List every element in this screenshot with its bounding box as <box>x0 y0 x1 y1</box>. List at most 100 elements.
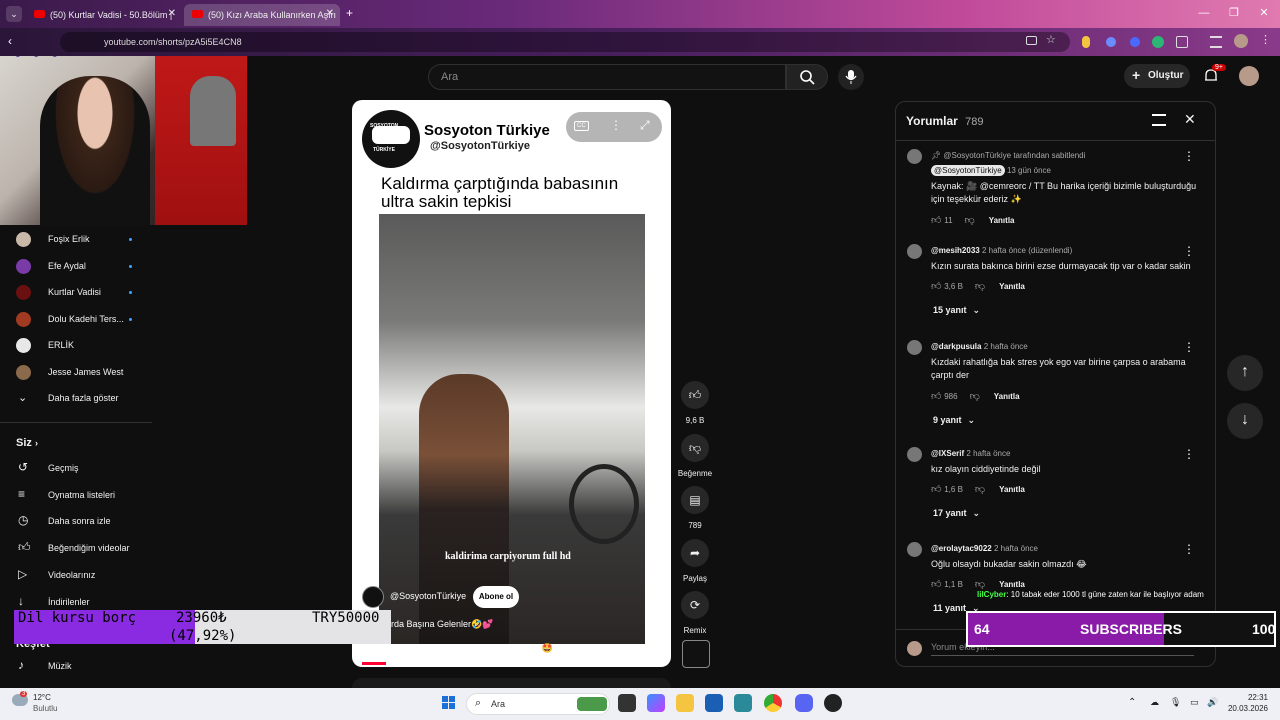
reply-button[interactable]: Yanıtla <box>989 216 1015 225</box>
more-options-icon[interactable]: ⋮ <box>610 118 622 132</box>
more-options-icon[interactable]: ⋮ <box>1183 340 1195 354</box>
mic-icon[interactable]: 🎙 <box>1170 697 1181 708</box>
tray-cloud-icon[interactable]: ☁ <box>1150 697 1159 708</box>
clock-time[interactable]: 22:31 <box>1228 693 1268 702</box>
sidebar-you-header[interactable]: Siz › <box>16 437 38 449</box>
search-button[interactable] <box>786 64 828 90</box>
menu-kebab-icon[interactable]: ⋮ <box>1260 33 1271 46</box>
comment-author[interactable]: @mesih2033 <box>931 246 980 255</box>
url-field[interactable]: youtube.com/shorts/pzA5i5E4CN8 <box>60 32 1070 52</box>
sidebar-item-subscription[interactable]: ERLİK <box>16 335 146 357</box>
share-button[interactable]: ➦ <box>681 538 709 567</box>
store-icon[interactable] <box>705 694 723 712</box>
view-replies-button[interactable]: 15 yanıt ⌄ <box>933 305 980 316</box>
sort-icon[interactable] <box>1152 114 1166 126</box>
reading-list-icon[interactable] <box>1210 36 1222 48</box>
extension-icon[interactable] <box>1106 37 1116 47</box>
commenter-avatar[interactable] <box>907 244 922 259</box>
discord-icon[interactable] <box>795 694 813 712</box>
extension-icon[interactable] <box>1130 37 1140 47</box>
reply-button[interactable]: Yanıtla <box>999 485 1025 494</box>
obs-icon[interactable] <box>824 694 842 712</box>
voice-search-button[interactable] <box>838 64 864 90</box>
close-icon[interactable]: ✕ <box>168 8 176 19</box>
sidebar-item-subscription[interactable]: Foşix Erlik <box>16 229 146 251</box>
like-icon[interactable]: 👍︎ <box>931 391 944 402</box>
notifications-button[interactable]: 9+ <box>1204 64 1226 84</box>
dislike-button[interactable]: 👎︎ <box>681 433 709 462</box>
like-icon[interactable]: 👍︎ <box>931 579 944 590</box>
like-icon[interactable]: 👍︎ <box>931 484 944 495</box>
comment-button[interactable]: ▤ <box>681 486 709 514</box>
file-explorer-icon[interactable] <box>676 694 694 712</box>
dislike-icon[interactable]: 👎︎ <box>975 484 985 495</box>
sidebar-item-subscription[interactable]: Kurtlar Vadisi <box>16 282 146 304</box>
fullscreen-icon[interactable]: ⤢ <box>640 118 650 133</box>
close-window-icon[interactable]: ✕ <box>1246 0 1280 28</box>
sidebar-item-subscription[interactable]: Efe Aydal <box>16 256 146 278</box>
captions-button[interactable]: CC <box>574 121 589 131</box>
progress-bar[interactable] <box>362 662 386 665</box>
more-options-icon[interactable]: ⋮ <box>1183 542 1195 556</box>
author-badge[interactable]: @SosyotonTürkiye <box>931 165 1005 176</box>
sidebar-show-more[interactable]: ⌄ Daha fazla göster <box>16 388 146 410</box>
windows-start-icon[interactable] <box>442 696 456 710</box>
like-icon[interactable]: 👍︎ <box>931 281 944 292</box>
profile-avatar[interactable] <box>1234 34 1248 48</box>
dislike-icon[interactable]: 👎︎ <box>975 579 985 590</box>
extension-icon[interactable] <box>1082 36 1090 48</box>
reply-button[interactable]: Yanıtla <box>999 580 1025 589</box>
dislike-icon[interactable]: 👎︎ <box>965 215 975 226</box>
channel-sound-thumbnail[interactable] <box>682 640 710 668</box>
extensions-puzzle-icon[interactable] <box>1176 36 1188 48</box>
remix-button[interactable]: ⟳ <box>681 591 709 619</box>
taskbar-search[interactable]: ⌕ Ara <box>466 693 610 715</box>
tab-kurtlar-vadisi[interactable]: (50) Kurtlar Vadisi - 50.Bölüm | ✕ <box>26 4 182 26</box>
overlay-channel-handle[interactable]: @SosyotonTürkiye <box>390 591 466 601</box>
sidebar-item-video[interactable]: ▷ Videolarınız <box>16 565 146 587</box>
more-options-icon[interactable]: ⋮ <box>1183 149 1195 163</box>
commenter-avatar[interactable] <box>907 542 922 557</box>
video-frame[interactable] <box>379 214 645 644</box>
commenter-avatar[interactable] <box>907 447 922 462</box>
task-view-icon[interactable] <box>618 694 636 712</box>
sidebar-item-watch-later[interactable]: ◷ Daha sonra izle <box>16 511 146 533</box>
sidebar-item-subscription[interactable]: Jesse James West <box>16 362 146 384</box>
sidebar-item-history[interactable]: ↺ Geçmiş <box>16 458 146 480</box>
view-replies-button[interactable]: 9 yanıt ⌄ <box>933 415 975 426</box>
network-icon[interactable]: ▭ <box>1190 697 1199 708</box>
chrome-icon[interactable] <box>764 694 782 712</box>
close-icon[interactable]: ✕ <box>326 8 334 19</box>
next-short-button[interactable]: ↓ <box>1227 403 1263 439</box>
tab-active-short[interactable]: (50) Kızı Araba Kullanırken Aşırı ✕ <box>184 4 340 26</box>
photos-icon[interactable] <box>734 694 752 712</box>
comment-author[interactable]: @IXSerif <box>931 449 964 458</box>
more-options-icon[interactable]: ⋮ <box>1183 447 1195 461</box>
new-tab-button[interactable]: + <box>346 6 353 20</box>
bookmark-star-icon[interactable]: ☆ <box>1046 33 1056 46</box>
volume-icon[interactable]: 🔊 <box>1207 697 1218 708</box>
tray-chevron-icon[interactable]: ⌃ <box>1128 697 1136 708</box>
commenter-avatar[interactable] <box>907 149 922 164</box>
tab-search-button[interactable]: ⌄ <box>6 6 22 22</box>
back-icon[interactable]: ‹ <box>8 34 12 48</box>
close-icon[interactable]: ✕ <box>1184 111 1196 128</box>
search-input[interactable]: Ara <box>428 64 786 90</box>
sidebar-item-thumbs-up[interactable]: 👍︎ Beğendiğim videolar <box>16 538 146 560</box>
copilot-icon[interactable] <box>647 694 665 712</box>
reply-button[interactable]: Yanıtla <box>994 392 1020 401</box>
comment-author[interactable]: @erolaytac9022 <box>931 544 992 553</box>
account-avatar[interactable] <box>1239 66 1259 86</box>
shorts-player[interactable]: SOSYOTON TÜRKİYE Sosyoton Türkiye @Sosyo… <box>352 100 671 667</box>
sidebar-item-playlist[interactable]: ≡ Oynatma listeleri <box>16 485 146 507</box>
dislike-icon[interactable]: 👎︎ <box>970 391 980 402</box>
clock-date[interactable]: 20.03.2026 <box>1222 704 1268 713</box>
sidebar-item-subscription[interactable]: Dolu Kadehi Ters... <box>16 309 146 331</box>
sidebar-item-music[interactable]: ♪ Müzik <box>16 656 146 678</box>
comment-author[interactable]: @darkpusula <box>931 342 981 351</box>
reply-button[interactable]: Yanıtla <box>999 282 1025 291</box>
more-options-icon[interactable]: ⋮ <box>1183 244 1195 258</box>
cast-icon[interactable] <box>1026 36 1037 45</box>
view-replies-button[interactable]: 17 yanıt ⌄ <box>933 508 980 519</box>
previous-short-button[interactable]: ↑ <box>1227 355 1263 391</box>
